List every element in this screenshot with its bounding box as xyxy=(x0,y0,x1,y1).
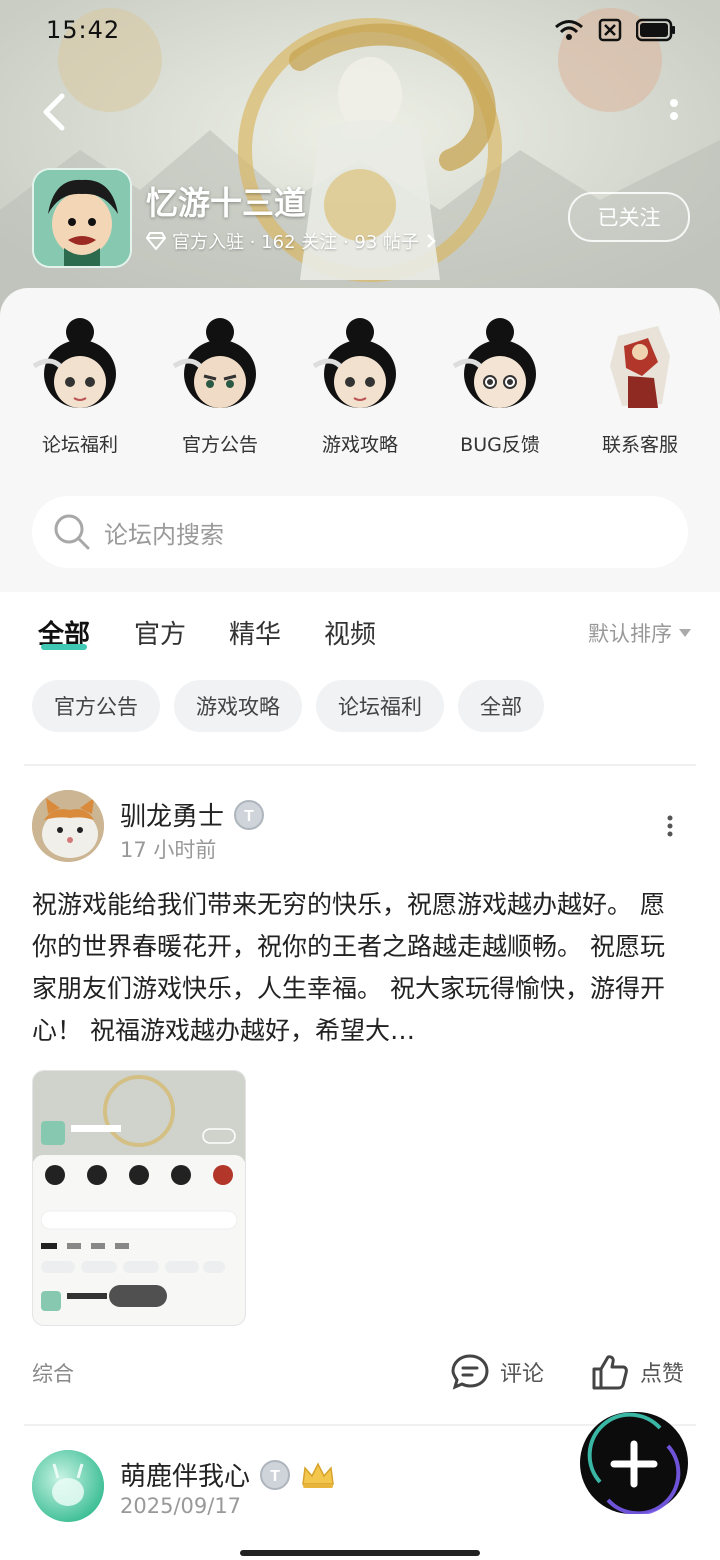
chibi-character-icon xyxy=(32,318,116,408)
battery-icon xyxy=(636,18,675,42)
thumbs-up-icon xyxy=(592,1355,628,1390)
create-post-button[interactable] xyxy=(580,1412,688,1514)
chip-game-guide[interactable]: 游戏攻略 xyxy=(174,680,302,732)
tab-official[interactable]: 官方 xyxy=(134,614,186,651)
search-icon xyxy=(54,514,90,550)
caret-down-icon xyxy=(679,629,691,637)
screenshot-thumbnail xyxy=(33,1071,245,1325)
wifi-icon xyxy=(555,20,583,40)
divider xyxy=(24,764,696,766)
post-more-button[interactable] xyxy=(660,814,680,840)
shortcut-label: 游戏攻略 xyxy=(321,434,398,456)
shortcut-forum-benefits[interactable]: 论坛福利 xyxy=(10,316,150,457)
shortcut-label: BUG反馈 xyxy=(460,434,540,456)
shortcut-label: 论坛福利 xyxy=(41,434,118,456)
status-time: 15:42 xyxy=(46,16,121,44)
shortcut-bug-feedback[interactable]: BUG反馈 xyxy=(430,316,570,457)
comment-button[interactable]: 评论 xyxy=(450,1352,544,1392)
shortcut-official-notice[interactable]: 官方公告 xyxy=(150,316,290,457)
search-placeholder: 论坛内搜索 xyxy=(104,520,224,549)
chibi-character-icon xyxy=(452,318,536,408)
sort-label: 默认排序 xyxy=(588,622,672,646)
svg-text:T: T xyxy=(244,808,254,825)
shortcut-label: 联系客服 xyxy=(601,434,678,456)
forum-logo-image xyxy=(34,170,130,266)
level-badge-icon: T xyxy=(260,1459,291,1490)
comment-label: 评论 xyxy=(500,1362,545,1387)
follow-button[interactable]: 已关注 xyxy=(568,192,690,242)
home-indicator[interactable] xyxy=(240,1550,480,1556)
post-body[interactable]: 祝游戏能给我们带来无穷的快乐，祝愿游戏越办越好。 愿你的世界春暖花开，祝你的王者… xyxy=(32,884,688,1052)
post-time: 17 小时前 xyxy=(120,838,217,862)
post-image[interactable] xyxy=(32,1070,246,1326)
avatar[interactable] xyxy=(32,1450,104,1522)
chibi-character-icon xyxy=(172,318,256,408)
post-footer: 综合 评论 点赞 xyxy=(32,1348,688,1396)
post-time: 2025/09/17 xyxy=(120,1494,242,1518)
forum-search-bar[interactable]: 论坛内搜索 xyxy=(32,496,688,568)
diamond-icon xyxy=(146,232,166,250)
forum-meta[interactable]: 官方入驻 · 162 关注 · 93 帖子 xyxy=(146,228,437,254)
forum-logo[interactable] xyxy=(32,168,132,268)
chip-forum-benefits[interactable]: 论坛福利 xyxy=(316,680,444,732)
post-author[interactable]: 驯龙勇士 T xyxy=(120,796,266,833)
warrior-character-icon xyxy=(610,326,670,408)
sim-off-icon xyxy=(598,18,622,42)
plus-icon xyxy=(587,1412,681,1514)
tab-featured[interactable]: 精华 xyxy=(229,614,281,651)
level-badge-icon: T xyxy=(234,799,265,830)
status-icons xyxy=(554,18,676,42)
vertical-dots-icon xyxy=(670,99,678,120)
forum-meta-text: 官方入驻 · 162 关注 · 93 帖子 xyxy=(172,232,420,253)
shortcut-game-guide[interactable]: 游戏攻略 xyxy=(290,316,430,457)
like-button[interactable]: 点赞 xyxy=(590,1352,684,1392)
author-name: 萌鹿伴我心 xyxy=(120,1462,251,1492)
status-bar: 15:42 xyxy=(0,0,720,64)
vertical-dots-icon xyxy=(667,815,673,837)
shortcut-customer-service[interactable]: 联系客服 xyxy=(570,316,710,457)
back-button[interactable] xyxy=(30,88,78,136)
svg-text:T: T xyxy=(270,1468,280,1485)
shortcut-row: 论坛福利 官方公告 游戏攻略 BUG反馈 联系客服 xyxy=(10,316,710,457)
active-tab-indicator xyxy=(41,644,87,650)
shortcut-label: 官方公告 xyxy=(181,434,258,456)
tab-video[interactable]: 视频 xyxy=(324,614,376,651)
chip-official-notice[interactable]: 官方公告 xyxy=(32,680,160,732)
author-name: 驯龙勇士 xyxy=(120,802,225,832)
avatar[interactable] xyxy=(32,790,104,862)
more-options-button[interactable] xyxy=(664,96,684,130)
crown-icon xyxy=(302,1461,334,1488)
sort-dropdown[interactable]: 默认排序 xyxy=(588,618,692,648)
chevron-left-icon xyxy=(43,93,65,131)
post-author[interactable]: 萌鹿伴我心 T xyxy=(120,1456,336,1493)
deer-avatar-image xyxy=(32,1450,104,1522)
chevron-right-icon xyxy=(427,234,436,248)
comment-icon xyxy=(451,1354,489,1390)
category-chips: 官方公告 游戏攻略 论坛福利 全部 xyxy=(32,680,544,732)
like-label: 点赞 xyxy=(640,1362,685,1387)
chip-all[interactable]: 全部 xyxy=(458,680,544,732)
forum-title: 忆游十三道 xyxy=(146,184,307,222)
chibi-character-icon xyxy=(312,318,396,408)
post-category[interactable]: 综合 xyxy=(32,1358,74,1388)
cat-avatar-image xyxy=(32,790,104,862)
